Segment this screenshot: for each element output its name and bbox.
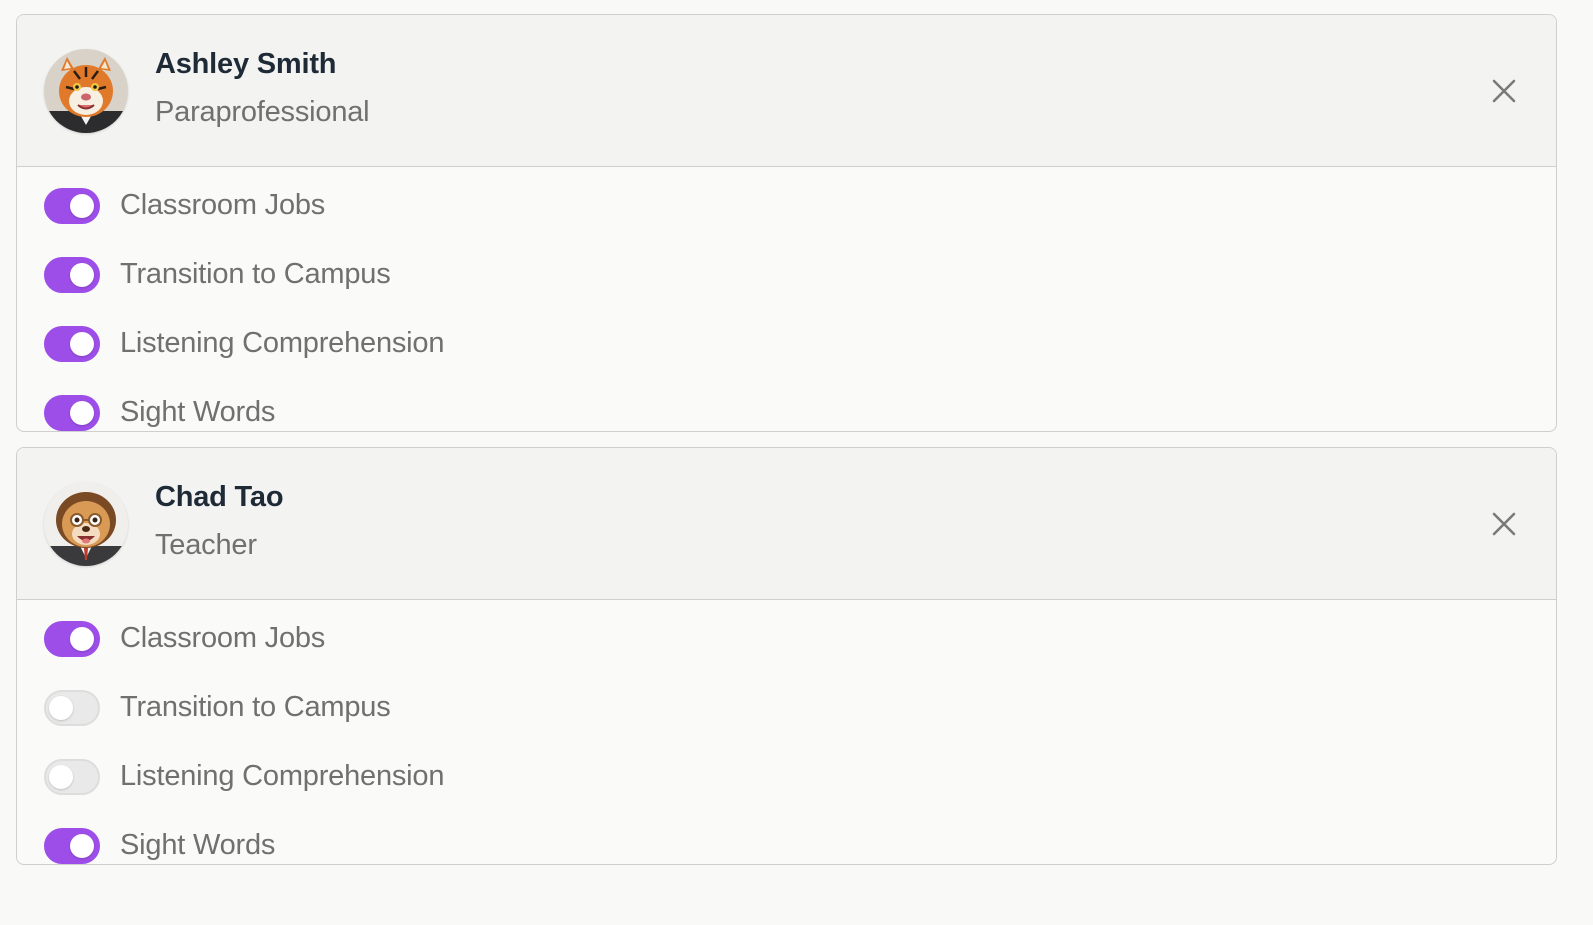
toggle-knob bbox=[70, 263, 94, 287]
permission-toggle[interactable] bbox=[44, 395, 100, 431]
toggle-knob bbox=[49, 765, 73, 789]
permission-row: Sight Words bbox=[17, 394, 1556, 431]
close-icon[interactable] bbox=[1490, 77, 1518, 105]
permission-label: Listening Comprehension bbox=[120, 327, 445, 359]
permission-label: Classroom Jobs bbox=[120, 189, 326, 221]
permission-row: Transition to Campus bbox=[17, 256, 1556, 325]
permission-row: Transition to Campus bbox=[17, 689, 1556, 758]
permission-toggle[interactable] bbox=[44, 188, 100, 224]
close-icon[interactable] bbox=[1490, 510, 1518, 538]
permission-label: Classroom Jobs bbox=[120, 622, 326, 654]
permission-list: Classroom Jobs Transition to Campus List… bbox=[17, 167, 1556, 431]
toggle-knob bbox=[70, 401, 94, 425]
staff-permissions-list: Ashley Smith Paraprofessional Classroom … bbox=[16, 14, 1559, 880]
permission-label: Sight Words bbox=[120, 396, 276, 428]
permission-toggle[interactable] bbox=[44, 621, 100, 657]
toggle-knob bbox=[70, 627, 94, 651]
staff-name: Ashley Smith bbox=[155, 48, 337, 80]
staff-card-header: Chad Tao Teacher bbox=[17, 448, 1556, 600]
staff-card: Chad Tao Teacher Classroom Jobs Transiti… bbox=[16, 447, 1557, 865]
permission-row: Classroom Jobs bbox=[17, 620, 1556, 689]
permission-toggle[interactable] bbox=[44, 690, 100, 726]
permission-row: Listening Comprehension bbox=[17, 758, 1556, 827]
permission-toggle[interactable] bbox=[44, 759, 100, 795]
permission-toggle[interactable] bbox=[44, 828, 100, 864]
staff-card-header: Ashley Smith Paraprofessional bbox=[17, 15, 1556, 167]
permission-label: Transition to Campus bbox=[120, 691, 391, 723]
staff-name: Chad Tao bbox=[155, 481, 284, 513]
permission-label: Sight Words bbox=[120, 829, 276, 861]
permission-row: Listening Comprehension bbox=[17, 325, 1556, 394]
toggle-knob bbox=[70, 194, 94, 218]
lion-avatar-icon bbox=[44, 482, 128, 566]
permission-row: Sight Words bbox=[17, 827, 1556, 864]
permission-label: Transition to Campus bbox=[120, 258, 391, 290]
staff-role: Teacher bbox=[155, 529, 257, 561]
tiger-avatar-icon bbox=[44, 49, 128, 133]
permission-row: Classroom Jobs bbox=[17, 187, 1556, 256]
staff-card: Ashley Smith Paraprofessional Classroom … bbox=[16, 14, 1557, 432]
toggle-knob bbox=[70, 332, 94, 356]
staff-role: Paraprofessional bbox=[155, 96, 370, 128]
permission-label: Listening Comprehension bbox=[120, 760, 445, 792]
permission-toggle[interactable] bbox=[44, 326, 100, 362]
permission-toggle[interactable] bbox=[44, 257, 100, 293]
toggle-knob bbox=[49, 696, 73, 720]
toggle-knob bbox=[70, 834, 94, 858]
permission-list: Classroom Jobs Transition to Campus List… bbox=[17, 600, 1556, 864]
